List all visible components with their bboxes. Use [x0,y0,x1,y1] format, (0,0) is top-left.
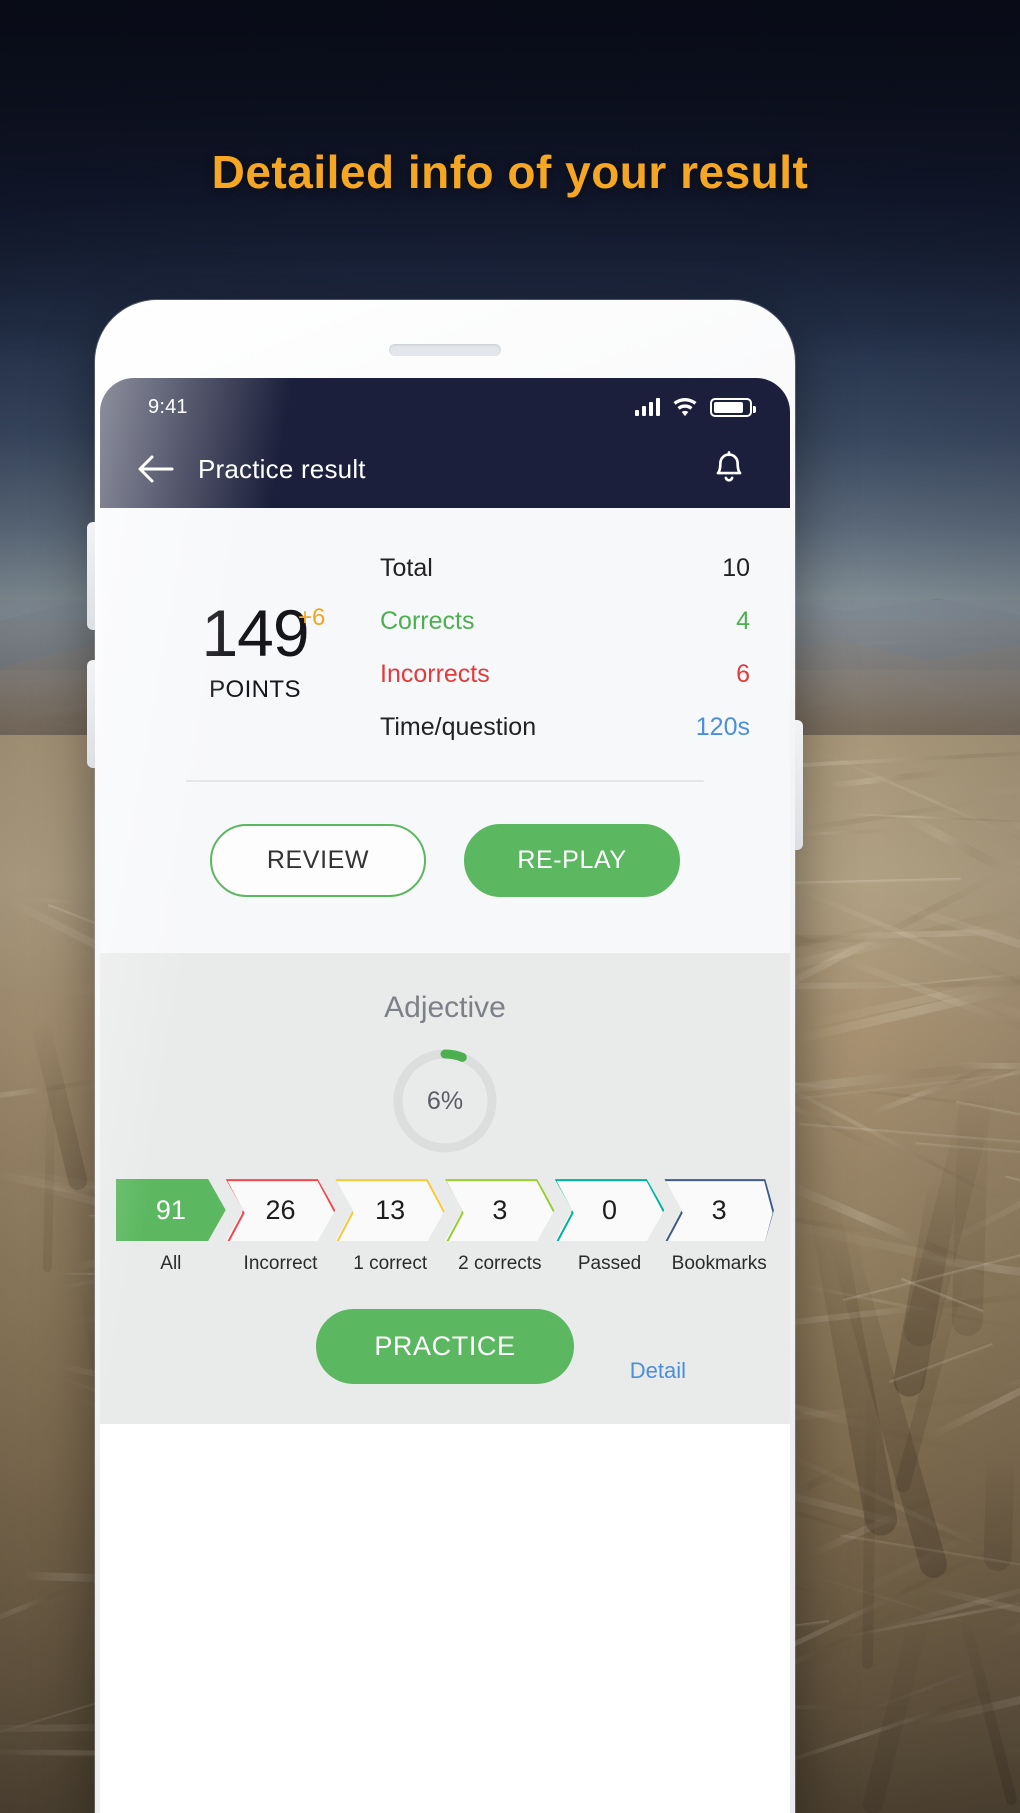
score-delta: +6 [298,603,326,631]
score-block: +6 149 POINTS [140,592,370,705]
segment-item[interactable]: 91 All [116,1179,226,1275]
stat-row: Time/question 120s [380,701,750,754]
stat-value: 4 [736,607,750,635]
wifi-icon [673,397,697,416]
segment-outline-icon [226,1179,336,1247]
segment-item[interactable]: 3 Bookmarks [664,1179,775,1275]
segment-item[interactable]: 0 Passed [554,1179,665,1275]
category-title: Adjective [384,991,506,1024]
stat-label: Corrects [380,607,475,635]
earpiece-speaker [389,344,501,356]
stat-value: 10 [722,554,750,582]
screen-bottom-filler [100,1424,790,1544]
stat-label: Time/question [380,713,537,741]
stats-list: Total 10 Corrects 4 Incorrects 6 Time/question… [370,542,750,754]
segment-label: All [160,1253,182,1274]
result-actions: REVIEW RE-PLAY [100,782,790,943]
segment-outline-icon [664,1179,774,1247]
segment-item[interactable]: 13 1 correct [335,1179,446,1275]
app-bar: Practice result [100,430,790,508]
cellular-signal-icon [635,398,660,416]
promo-headline: Detailed info of your result [211,146,809,198]
replay-button[interactable]: RE-PLAY [464,824,680,897]
result-summary-card: +6 149 POINTS Total 10 Corrects 4 Incorrects… [100,508,790,953]
stat-value: 6 [736,660,750,688]
back-arrow-icon [138,455,174,483]
segment-label: Incorrect [243,1253,318,1274]
page-title: Practice result [198,453,366,484]
progress-ring-wrap: 6% [100,1045,790,1157]
segment-label: Bookmarks [671,1253,767,1274]
score-unit-label: POINTS [209,676,301,704]
bell-icon [716,451,742,482]
practice-row: PRACTICE Detail [100,1275,790,1390]
back-button[interactable] [130,443,182,495]
phone-screen: 9:41 Practice result +6 149 POINTS Total… [100,378,790,1813]
battery-icon [710,397,756,417]
segment-label: 1 correct [353,1253,428,1274]
status-bar: 9:41 [100,378,790,430]
phone-mockup: 9:41 Practice result +6 149 POINTS Total… [87,300,803,1813]
power-button[interactable] [795,720,803,850]
stat-row: Total 10 [380,542,750,595]
progress-percent: 6% [426,1086,464,1115]
segment-chevron[interactable]: 13 [335,1179,446,1241]
stat-label: Total [380,554,433,582]
progress-ring: 6% [389,1045,501,1157]
segment-chevron[interactable]: 3 [445,1179,555,1241]
stat-label: Incorrects [380,660,490,688]
volume-up-button[interactable] [87,522,95,630]
notification-button[interactable] [706,446,752,492]
review-button[interactable]: REVIEW [210,824,426,897]
segment-chevron[interactable]: 3 [664,1179,775,1241]
segment-breakdown-bar: 91 All 26 Incorrect 13 1 correct 3 2 corrects 0 P… [100,1179,790,1275]
segment-outline-icon [445,1179,555,1247]
stat-value: 120s [695,713,750,741]
stat-row: Incorrects 6 [380,648,750,701]
status-bar-clock: 9:41 [148,395,188,418]
volume-down-button[interactable] [87,660,95,768]
stat-row: Corrects 4 [380,595,750,648]
segment-chevron[interactable]: 26 [225,1179,336,1241]
segment-chevron[interactable]: 0 [554,1179,665,1241]
segment-chevron[interactable]: 91 [116,1179,226,1241]
score-value: 149 [201,595,309,670]
detail-link[interactable]: Detail [630,1358,686,1384]
category-section: Adjective 6% 91 All 26 Incorrect 13 1 correct… [100,953,790,1424]
segment-item[interactable]: 26 Incorrect [225,1179,336,1275]
segment-outline-icon [555,1179,665,1247]
segment-outline-icon [335,1179,445,1247]
segment-label: Passed [577,1253,642,1274]
segment-item[interactable]: 3 2 corrects [445,1179,555,1275]
practice-button[interactable]: PRACTICE [316,1309,574,1384]
segment-label: 2 corrects [458,1253,542,1274]
